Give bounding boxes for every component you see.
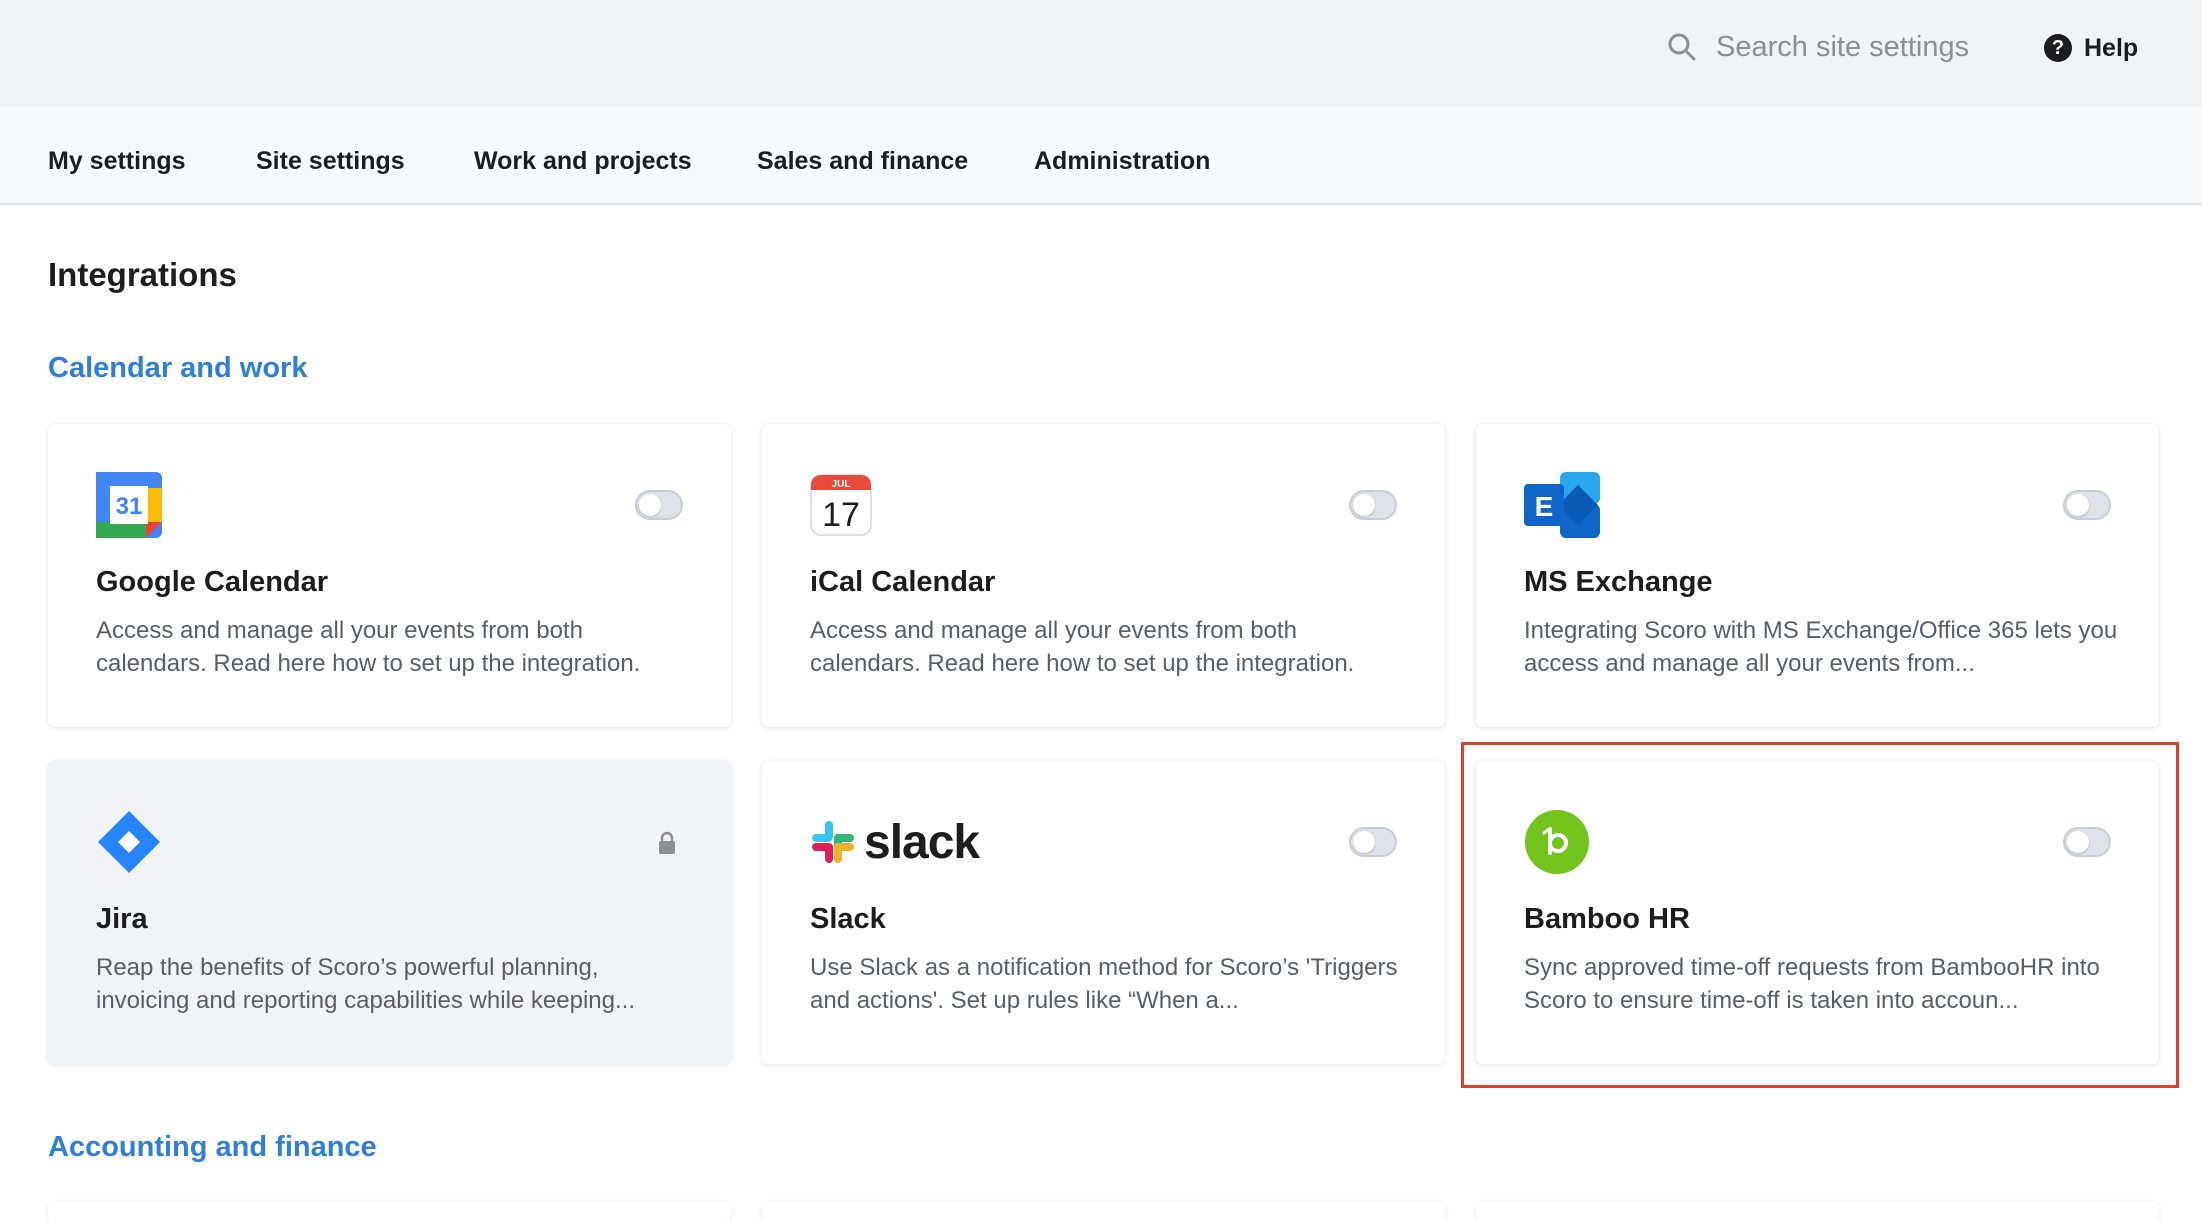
integration-card-bamboo-hr[interactable]: Bamboo HR Sync approved time-off request… xyxy=(1476,761,2159,1064)
tab-site-settings[interactable]: Site settings xyxy=(256,107,405,203)
page-title: Integrations xyxy=(48,256,237,293)
integration-description: Sync approved time-off requests from Bam… xyxy=(1524,954,2100,1014)
integration-name: Bamboo HR xyxy=(1524,903,1690,935)
tab-work-and-projects[interactable]: Work and projects xyxy=(474,107,692,203)
ms-exchange-toggle[interactable] xyxy=(2063,490,2111,520)
bamboo-hr-toggle[interactable] xyxy=(2063,827,2111,857)
tab-sales-and-finance[interactable]: Sales and finance xyxy=(757,107,968,203)
integration-card-google-calendar[interactable]: 31 Google Calendar Access and manage all… xyxy=(48,424,731,727)
question-circle-icon: ? xyxy=(2044,34,2072,62)
tab-administration[interactable]: Administration xyxy=(1034,107,1210,203)
integration-name: iCal Calendar xyxy=(810,566,996,598)
integration-description: Integrating Scoro with MS Exchange/Offic… xyxy=(1524,617,2118,677)
integration-description: Access and manage all your events from b… xyxy=(96,617,641,677)
svg-text:JUL: JUL xyxy=(832,479,851,490)
integration-card-ms-exchange[interactable]: E MS Exchange Integrating Scoro with MS … xyxy=(1476,424,2159,727)
integration-name: Google Calendar xyxy=(96,566,329,598)
settings-nav: My settings Site settings Work and proje… xyxy=(0,107,2202,205)
ms-exchange-logo: E xyxy=(1524,472,1600,538)
integration-description: Access and manage all your events from b… xyxy=(810,617,1355,677)
integration-description: Use Slack as a notification method for S… xyxy=(810,954,1398,1014)
search-icon xyxy=(1668,33,1696,61)
section-title-calendar-and-work[interactable]: Calendar and work xyxy=(48,352,307,385)
search-input[interactable] xyxy=(1716,30,1976,64)
google-calendar-toggle[interactable] xyxy=(635,490,683,520)
slack-wordmark: slack xyxy=(864,815,980,869)
section-title-accounting-and-finance[interactable]: Accounting and finance xyxy=(48,1131,377,1164)
integration-card-partial[interactable] xyxy=(762,1202,1445,1222)
search-box[interactable] xyxy=(1666,24,1986,70)
ical-calendar-logo: JUL 17 xyxy=(810,474,872,536)
help-button[interactable]: ? Help xyxy=(2044,30,2138,66)
integration-card-jira[interactable]: Jira Reap the benefits of Scoro’s powerf… xyxy=(48,761,731,1064)
integration-card-slack[interactable]: slack Slack Use Slack as a notification … xyxy=(762,761,1445,1064)
slack-toggle[interactable] xyxy=(1349,827,1397,857)
slack-logo: slack xyxy=(810,809,980,875)
integration-card-partial[interactable] xyxy=(48,1202,731,1222)
svg-text:E: E xyxy=(1535,491,1554,522)
tab-my-settings[interactable]: My settings xyxy=(48,107,186,203)
integration-name: MS Exchange xyxy=(1524,566,1713,598)
integration-name: Slack xyxy=(810,903,886,935)
integration-description: Reap the benefits of Scoro’s powerful pl… xyxy=(96,954,635,1014)
slack-hash-icon xyxy=(812,821,854,863)
svg-text:31: 31 xyxy=(116,493,143,520)
jira-logo xyxy=(98,811,160,873)
top-bar: ? Help xyxy=(0,0,2202,107)
help-label: Help xyxy=(2084,33,2139,62)
integration-card-ical-calendar[interactable]: JUL 17 iCal Calendar Access and manage a… xyxy=(762,424,1445,727)
integration-card-partial[interactable] xyxy=(1476,1202,2159,1222)
google-calendar-logo: 31 xyxy=(96,472,162,538)
lock-icon xyxy=(659,831,675,854)
integration-name: Jira xyxy=(96,903,148,935)
bamboo-hr-logo xyxy=(1525,810,1589,874)
ical-calendar-toggle[interactable] xyxy=(1349,490,1397,520)
svg-text:17: 17 xyxy=(822,496,860,534)
